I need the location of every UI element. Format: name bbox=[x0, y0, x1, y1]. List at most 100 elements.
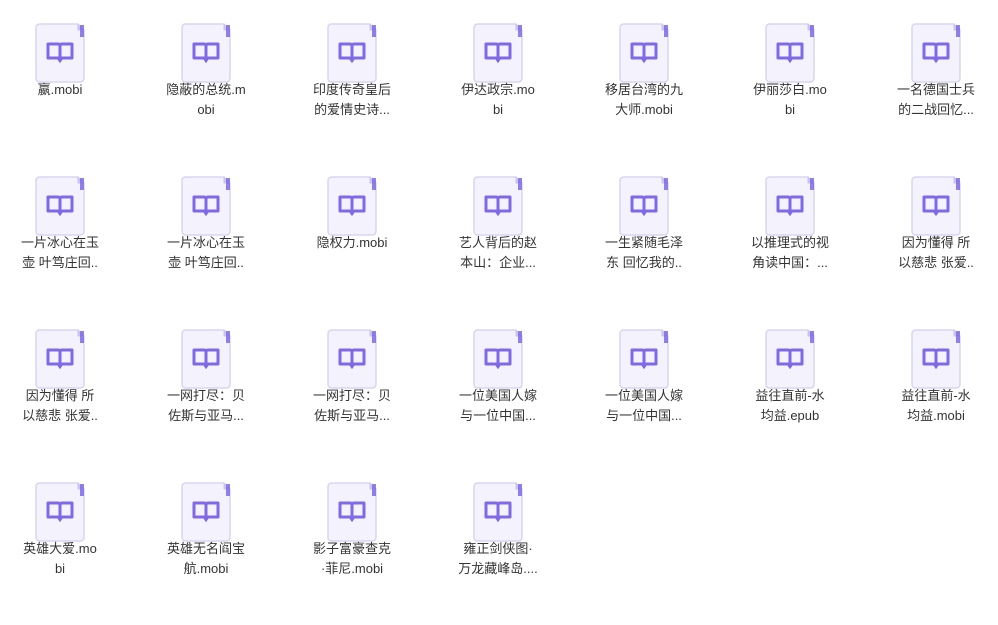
file-item[interactable]: 一位美国人嫁 与一位中国... bbox=[438, 306, 558, 446]
file-name-line-1: 嬴.mobi bbox=[37, 82, 83, 97]
file-grid: 嬴.mobi 隐蔽的总统.m obi 印度传奇皇后 的爱情史诗... 伊达政宗.mo bi 移… bbox=[0, 0, 998, 625]
file-name-line-1: 以推理式的视 bbox=[750, 235, 829, 250]
file-item[interactable]: 隐权力.mobi bbox=[292, 153, 412, 293]
ebook-file-icon bbox=[910, 328, 962, 390]
file-name-line-1: 因为懂得 所 bbox=[901, 235, 971, 250]
file-item[interactable]: 隐蔽的总统.m obi bbox=[146, 0, 266, 140]
file-name: 以推理式的视 角读中国：... bbox=[730, 233, 850, 273]
ebook-file-icon bbox=[326, 22, 378, 84]
file-item[interactable]: 一网打尽：贝 佐斯与亚马... bbox=[146, 306, 266, 446]
ebook-file-icon bbox=[910, 175, 962, 237]
ebook-file-icon bbox=[34, 175, 86, 237]
ebook-file-icon bbox=[326, 481, 378, 543]
file-item[interactable]: 伊达政宗.mo bi bbox=[438, 0, 558, 140]
file-item[interactable]: 因为懂得 所以慈悲 张爱.. bbox=[0, 306, 120, 446]
ebook-file-icon bbox=[180, 481, 232, 543]
file-item[interactable]: 雍正剑侠图· 万龙藏峰岛.... bbox=[438, 459, 558, 599]
ebook-file-icon bbox=[180, 328, 232, 390]
file-item[interactable]: 伊丽莎白.mo bi bbox=[730, 0, 850, 140]
file-name-line-1: 一网打尽：贝 bbox=[312, 388, 391, 403]
ebook-file-icon bbox=[472, 328, 524, 390]
file-name-line-2: bi bbox=[54, 561, 66, 576]
ebook-file-icon bbox=[618, 22, 670, 84]
file-name-line-1: 英雄无名阎宝 bbox=[166, 541, 245, 556]
file-item[interactable]: 一片冰心在玉壶 叶笃庄回.. bbox=[146, 153, 266, 293]
file-name-line-1: 一位美国人嫁 bbox=[458, 388, 537, 403]
file-name-line-1: 艺人背后的赵 bbox=[458, 235, 537, 250]
file-name-line-1: 雍正剑侠图· bbox=[463, 541, 533, 556]
file-item[interactable]: 一片冰心在玉壶 叶笃庄回.. bbox=[0, 153, 120, 293]
file-name: 一生紧随毛泽东 回忆我的.. bbox=[584, 233, 704, 273]
file-item[interactable]: 英雄大爱.mo bi bbox=[0, 459, 120, 599]
ebook-file-icon bbox=[34, 22, 86, 84]
file-name-line-2: 佐斯与亚马... bbox=[168, 408, 244, 423]
file-name-line-2: bi bbox=[492, 102, 504, 117]
file-item[interactable]: 一位美国人嫁 与一位中国... bbox=[584, 306, 704, 446]
file-item[interactable]: 印度传奇皇后 的爱情史诗... bbox=[292, 0, 412, 140]
file-name: 一名德国士兵 的二战回忆... bbox=[876, 80, 996, 120]
file-name: 隐蔽的总统.m obi bbox=[146, 80, 266, 120]
file-name-line-1: 伊丽莎白.mo bbox=[753, 82, 827, 97]
file-name: 影子富豪查克 ·菲尼.mobi bbox=[292, 539, 412, 579]
file-name-line-1: 英雄大爱.mo bbox=[23, 541, 97, 556]
file-name: 一片冰心在玉壶 叶笃庄回.. bbox=[0, 233, 120, 273]
file-name-line-1: 一位美国人嫁 bbox=[604, 388, 683, 403]
file-name-line-2: 大师.mobi bbox=[615, 102, 673, 117]
file-name-line-1: 隐权力.mobi bbox=[316, 235, 388, 250]
file-name-line-1: 影子富豪查克 bbox=[312, 541, 391, 556]
file-name-line-1: 移居台湾的九 bbox=[604, 82, 683, 97]
file-item[interactable]: 影子富豪查克 ·菲尼.mobi bbox=[292, 459, 412, 599]
file-name-line-2: 以慈悲 张爱.. bbox=[898, 255, 974, 270]
file-name-line-1: 一名德国士兵 bbox=[896, 82, 975, 97]
file-name-line-1: 一片冰心在玉 bbox=[20, 235, 99, 250]
file-name: 雍正剑侠图· 万龙藏峰岛.... bbox=[438, 539, 558, 579]
file-name-line-2: 均益.mobi bbox=[907, 408, 965, 423]
ebook-file-icon bbox=[618, 175, 670, 237]
file-name-line-1: 一生紧随毛泽 bbox=[604, 235, 683, 250]
file-name: 一位美国人嫁 与一位中国... bbox=[584, 386, 704, 426]
file-name: 一位美国人嫁 与一位中国... bbox=[438, 386, 558, 426]
file-name: 益往直前-水 均益.epub bbox=[730, 386, 850, 426]
file-item[interactable]: 一网打尽：贝 佐斯与亚马... bbox=[292, 306, 412, 446]
file-name: 嬴.mobi bbox=[0, 80, 120, 100]
file-name-line-1: 伊达政宗.mo bbox=[461, 82, 535, 97]
file-item[interactable]: 艺人背后的赵 本山：企业... bbox=[438, 153, 558, 293]
ebook-file-icon bbox=[326, 328, 378, 390]
file-item[interactable]: 嬴.mobi bbox=[0, 0, 120, 140]
file-name-line-2: 壶 叶笃庄回.. bbox=[168, 255, 244, 270]
file-item[interactable]: 移居台湾的九 大师.mobi bbox=[584, 0, 704, 140]
file-item[interactable]: 益往直前-水 均益.mobi bbox=[876, 306, 996, 446]
ebook-file-icon bbox=[326, 175, 378, 237]
file-name: 一片冰心在玉壶 叶笃庄回.. bbox=[146, 233, 266, 273]
ebook-file-icon bbox=[910, 22, 962, 84]
file-item[interactable]: 一生紧随毛泽东 回忆我的.. bbox=[584, 153, 704, 293]
file-name-line-2: 的二战回忆... bbox=[898, 102, 974, 117]
ebook-file-icon bbox=[764, 22, 816, 84]
file-name-line-1: 益往直前-水 bbox=[755, 388, 825, 403]
file-name-line-2: 壶 叶笃庄回.. bbox=[22, 255, 98, 270]
file-name: 一网打尽：贝 佐斯与亚马... bbox=[146, 386, 266, 426]
file-name-line-2: 角读中国：... bbox=[752, 255, 828, 270]
ebook-file-icon bbox=[34, 481, 86, 543]
file-item[interactable]: 英雄无名阎宝 航.mobi bbox=[146, 459, 266, 599]
file-name-line-2: ·菲尼.mobi bbox=[320, 561, 384, 576]
file-item[interactable]: 益往直前-水 均益.epub bbox=[730, 306, 850, 446]
file-name-line-1: 隐蔽的总统.m bbox=[166, 82, 246, 97]
file-name: 伊丽莎白.mo bi bbox=[730, 80, 850, 120]
file-name-line-2: 的爱情史诗... bbox=[314, 102, 390, 117]
file-name-line-2: 与一位中国... bbox=[606, 408, 682, 423]
ebook-file-icon bbox=[472, 175, 524, 237]
file-item[interactable]: 一名德国士兵 的二战回忆... bbox=[876, 0, 996, 140]
file-item[interactable]: 因为懂得 所以慈悲 张爱.. bbox=[876, 153, 996, 293]
file-name-line-2: 航.mobi bbox=[183, 561, 229, 576]
file-name-line-1: 一网打尽：贝 bbox=[166, 388, 245, 403]
file-name-line-2: 与一位中国... bbox=[460, 408, 536, 423]
file-name-line-2: bi bbox=[784, 102, 796, 117]
file-name-line-2: 以慈悲 张爱.. bbox=[22, 408, 98, 423]
ebook-file-icon bbox=[34, 328, 86, 390]
file-name-line-1: 益往直前-水 bbox=[901, 388, 971, 403]
file-name: 英雄无名阎宝 航.mobi bbox=[146, 539, 266, 579]
file-name: 益往直前-水 均益.mobi bbox=[876, 386, 996, 426]
file-name-line-2: 本山：企业... bbox=[460, 255, 536, 270]
file-item[interactable]: 以推理式的视 角读中国：... bbox=[730, 153, 850, 293]
